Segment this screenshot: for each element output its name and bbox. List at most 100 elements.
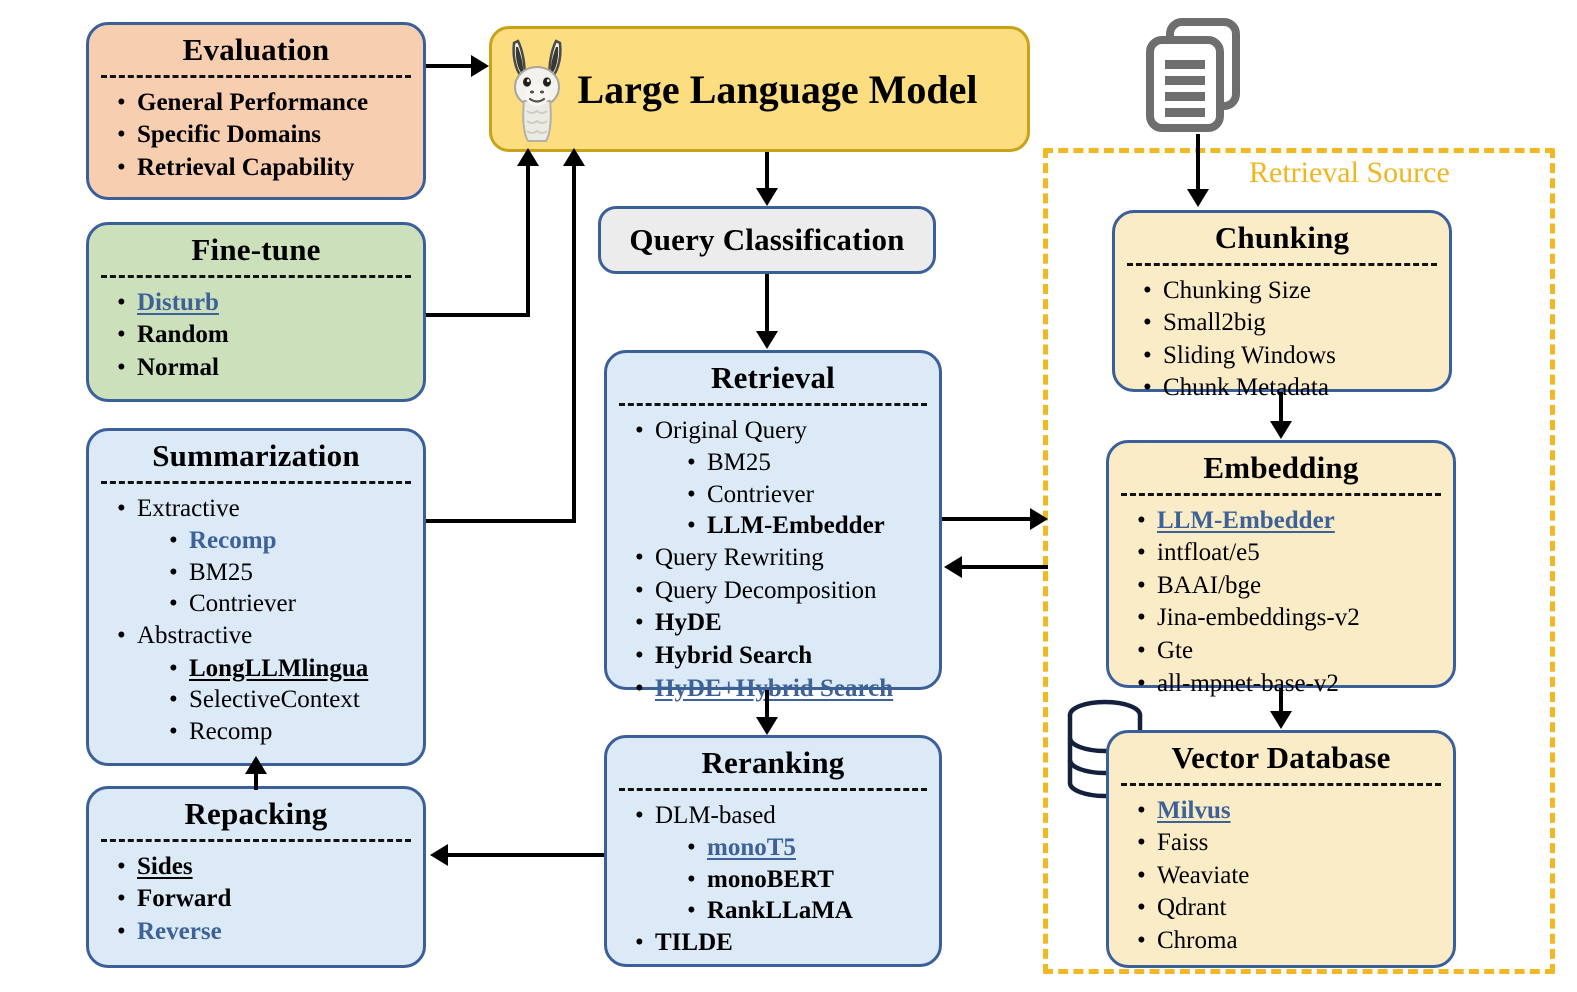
card-finetune-title: Fine-tune [191,232,321,267]
bullet-glyph: • [635,641,644,669]
bullet-item: • TILDE [629,927,933,959]
card-embedding[interactable]: Embedding • LLM-Embedder • intfloat/e5 • BAAI… [1106,440,1456,697]
bullet-glyph: • [687,865,696,893]
bullet-item: • LLM-Embedder [681,510,933,542]
bullet-glyph: • [1137,669,1146,697]
connector-repacking-to-summarization [254,772,258,790]
arrowhead-repacking-to-summarization [245,756,267,774]
bullet-item: • Recomp [163,525,417,557]
connector-evaluation-to-llm [426,64,472,68]
connector-retrieval-to-source [942,517,1034,521]
bullet-list: • Milvus • Faiss • Weaviate • Qdrant • Chroma [1131,795,1447,957]
bullet-label: all-mpnet-base-v2 [1157,669,1339,697]
card-finetune[interactable]: Fine-tune • Disturb • Random • Normal [86,222,426,402]
bullet-item: • all-mpnet-base-v2 [1131,668,1447,700]
bullet-label: Chroma [1157,927,1238,955]
card-retrieval[interactable]: Retrieval • Original Query • BM25 • Contrieve… [604,350,942,702]
bullet-glyph: • [635,544,644,572]
bullet-glyph: • [1143,374,1152,402]
bullet-label: Milvus [1157,796,1231,824]
connector-llm-to-queryclass [765,152,769,190]
card-chunking-body: • Chunking Size • Small2big • Sliding Windows… [1115,266,1449,414]
bullet-item: • Recomp [163,716,417,748]
bullet-glyph: • [687,480,696,508]
card-summarization-body: • Extractive • Recomp • BM25 • Contriever • Abstr… [89,484,423,756]
bullet-item: • BAAI/bge [1131,570,1447,602]
bullet-sublist: • LongLLMlingua • SelectiveContext • Recomp [111,653,417,748]
card-large-language-model[interactable]: Large Language Model [489,26,1030,152]
bullet-item: • SelectiveContext [163,684,417,716]
bullet-item: • LongLLMlingua [163,653,417,685]
bullet-glyph: • [169,686,178,714]
card-evaluation[interactable]: Evaluation • General Performance • Specific… [86,22,426,200]
bullet-item: • Sliding Windows [1137,340,1443,372]
bullet-glyph: • [1137,604,1146,632]
connector-documents-to-chunking [1196,134,1200,190]
bullet-glyph: • [117,852,126,880]
connector-embedding-to-vectordb [1279,688,1283,712]
bullet-glyph: • [117,321,126,349]
bullet-label: Recomp [189,717,273,745]
card-repacking-title: Repacking [184,796,328,831]
bullet-glyph: • [169,558,178,586]
card-evaluation-title: Evaluation [182,32,330,67]
card-finetune-body: • Disturb • Random • Normal [89,278,423,393]
arrowhead-retrieval-to-reranking [756,717,778,735]
connector-queryclass-to-retrieval [765,274,769,332]
arrowhead-evaluation-to-llm [471,55,489,77]
bullet-glyph: • [1137,796,1146,824]
bullet-item: • General Performance [111,87,417,119]
bullet-item: • Forward [111,883,417,915]
bullet-label: Faiss [1157,829,1209,857]
bullet-sublist: • BM25 • Contriever • LLM-Embedder [629,447,933,542]
arrowhead-source-to-retrieval [944,556,962,578]
bullet-list: • DLM-based • monoT5 • monoBERT • RankLLaMA • TIL… [629,800,933,959]
bullet-item: • Qdrant [1131,892,1447,924]
bullet-item: • Contriever [681,479,933,511]
bullet-glyph: • [1143,309,1152,337]
bullet-list: • Extractive • Recomp • BM25 • Contriever • Abstr… [111,493,417,748]
diagram-canvas: Retrieval Source Evaluation • General Per… [0,0,1577,992]
bullet-glyph: • [1137,861,1146,889]
bullet-glyph: • [635,416,644,444]
bullet-glyph: • [169,590,178,618]
bullet-glyph: • [169,654,178,682]
card-query-classification[interactable]: Query Classification [598,206,936,274]
card-llm-title: Large Language Model [577,66,978,112]
bullet-glyph: • [687,512,696,540]
bullet-item: • Chunking Size [1137,275,1443,307]
bullet-item: • Contriever [163,588,417,620]
card-summarization[interactable]: Summarization • Extractive • Recomp • BM25 • Co… [86,428,426,766]
bullet-glyph: • [1137,571,1146,599]
bullet-label: BM25 [189,558,253,586]
bullet-glyph: • [117,288,126,316]
bullet-glyph: • [687,897,696,925]
bullet-item: • intfloat/e5 [1131,537,1447,569]
bullet-label: Chunk Metadata [1163,374,1329,402]
bullet-item: • DLM-based [629,800,933,832]
card-vector-database[interactable]: Vector Database • Milvus • Faiss • Weaviate • Q… [1106,730,1456,968]
arrowhead-llm-to-queryclass [756,188,778,206]
arrowhead-chunking-to-embedding [1270,421,1292,439]
bullet-label: HyDE [655,609,722,637]
card-evaluation-body: • General Performance • Specific Domains • Re… [89,78,423,193]
bullet-label: Jina-embeddings-v2 [1157,604,1360,632]
bullet-item: • Faiss [1131,827,1447,859]
bullet-label: Forward [137,885,232,913]
connector-finetune-vertical [526,164,530,317]
card-repacking[interactable]: Repacking • Sides • Forward • Reverse [86,786,426,968]
card-reranking[interactable]: Reranking • DLM-based • monoT5 • monoBERT • Ran… [604,735,942,967]
bullet-label: Extractive [137,494,240,522]
bullet-item: • Milvus [1131,795,1447,827]
bullet-list: • Original Query • BM25 • Contriever • LLM-Embe… [629,415,933,705]
bullet-glyph: • [1137,539,1146,567]
bullet-label: DLM-based [655,801,776,829]
bullet-glyph: • [169,717,178,745]
bullet-item: • LLM-Embedder [1131,505,1447,537]
card-chunking[interactable]: Chunking • Chunking Size • Small2big • Slidin… [1112,210,1452,401]
bullet-glyph: • [687,834,696,862]
bullet-item: • Chunk Metadata [1137,372,1443,404]
bullet-item: • Sides [111,851,417,883]
bullet-label: Chunking Size [1163,276,1311,304]
arrowhead-documents-to-chunking [1187,189,1209,207]
